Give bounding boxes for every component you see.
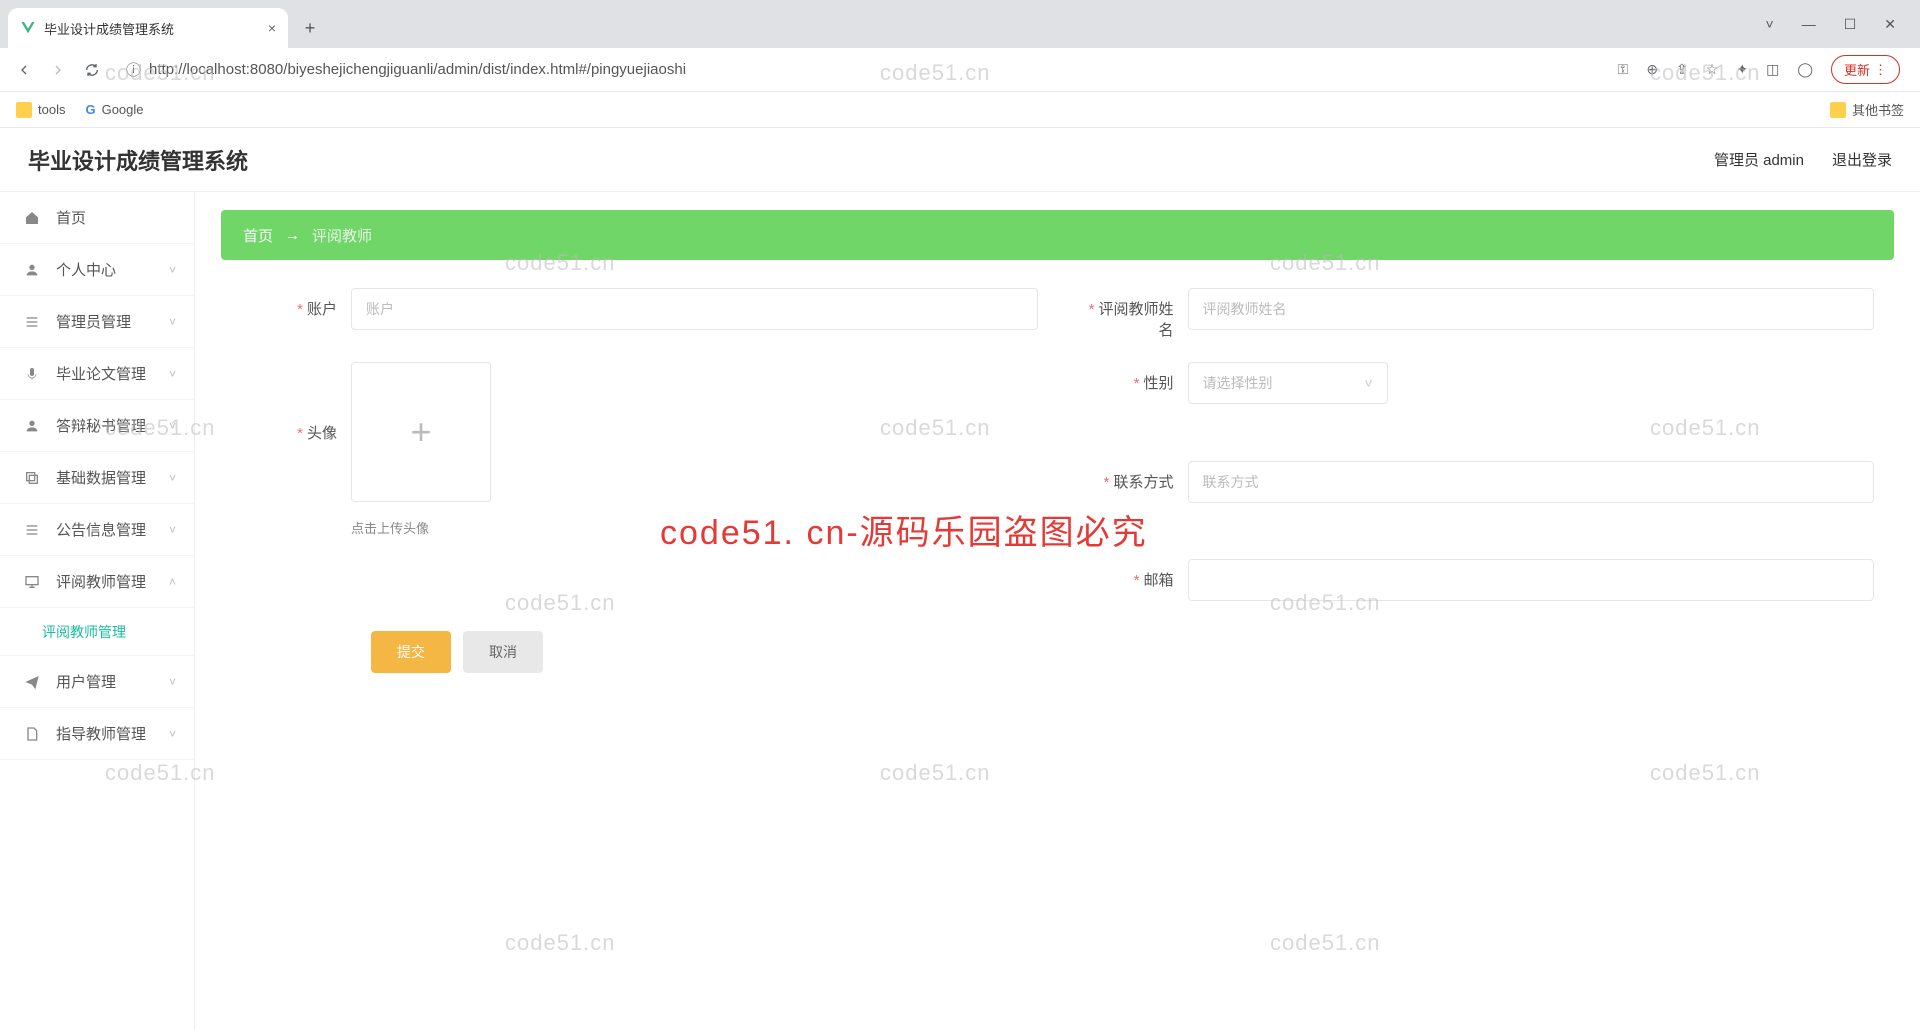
user-icon	[22, 262, 42, 278]
field-contact: *联系方式	[1078, 461, 1875, 538]
sidebar-item-supervisor[interactable]: 指导教师管理˅	[0, 708, 194, 760]
chevron-down-icon: ˅	[169, 471, 176, 485]
plus-icon: +	[410, 411, 431, 453]
chevron-down-icon: ˅	[169, 727, 176, 741]
sidebar-item-notice[interactable]: 公告信息管理˅	[0, 504, 194, 556]
person-icon	[22, 418, 42, 434]
breadcrumb-current: 评阅教师	[312, 225, 372, 246]
sidebar-subitem-reviewer-manage[interactable]: 评阅教师管理	[0, 608, 194, 656]
folder-icon	[16, 102, 32, 118]
gender-select[interactable]: 请选择性别˅	[1188, 362, 1388, 404]
share-icon[interactable]: ⇪	[1676, 61, 1688, 78]
list-icon	[22, 314, 42, 330]
chevron-up-icon: ˄	[169, 575, 176, 589]
extensions-icon[interactable]: ✦	[1736, 61, 1748, 78]
sidebar-item-basedata[interactable]: 基础数据管理˅	[0, 452, 194, 504]
chevron-down-icon: ˅	[169, 315, 176, 329]
google-icon: G	[85, 102, 95, 117]
sidebar-item-home[interactable]: 首页	[0, 192, 194, 244]
sidebar-item-thesis[interactable]: 毕业论文管理˅	[0, 348, 194, 400]
reviewer-form: *账户 *评阅教师姓名 *头像 + 点击上传头像 *性别 请选择性别˅	[221, 260, 1894, 701]
send-icon	[22, 674, 42, 690]
vue-favicon-icon	[20, 20, 36, 36]
breadcrumb: 首页 → 评阅教师	[221, 210, 1894, 260]
tab-close-icon[interactable]: ×	[268, 20, 276, 36]
field-avatar: *头像 + 点击上传头像	[241, 362, 1038, 537]
chevron-down-icon: ˅	[169, 367, 176, 381]
avatar-hint: 点击上传头像	[351, 518, 491, 537]
bookmark-google[interactable]: GGoogle	[85, 102, 143, 117]
monitor-icon	[22, 574, 42, 590]
current-user-label[interactable]: 管理员 admin	[1714, 149, 1804, 170]
teacher-name-input[interactable]	[1188, 288, 1875, 330]
home-icon	[22, 210, 42, 226]
chrome-update-button[interactable]: 更新⋮	[1831, 55, 1900, 84]
key-icon[interactable]: ⚿	[1618, 61, 1629, 78]
submit-button[interactable]: 提交	[371, 631, 451, 673]
chevron-down-icon: ˅	[1364, 375, 1372, 391]
mic-icon	[22, 366, 42, 382]
app-header: 毕业设计成绩管理系统 管理员 admin 退出登录	[0, 128, 1920, 192]
folder-icon	[1830, 102, 1846, 118]
breadcrumb-home[interactable]: 首页	[243, 225, 273, 246]
cancel-button[interactable]: 取消	[463, 631, 543, 673]
sidepanel-icon[interactable]: ◫	[1766, 61, 1779, 78]
bookmarks-bar: tools GGoogle 其他书签	[0, 92, 1920, 128]
back-button[interactable]	[12, 58, 36, 82]
sidebar-item-defense[interactable]: 答辩秘书管理˅	[0, 400, 194, 452]
profile-icon[interactable]: ◯	[1797, 61, 1813, 78]
field-teacher-name: *评阅教师姓名	[1078, 288, 1875, 340]
window-maximize-icon[interactable]: ☐	[1844, 16, 1857, 33]
list-icon	[22, 522, 42, 538]
address-bar: ⓘ http://localhost:8080/biyeshejichengji…	[0, 48, 1920, 92]
chevron-down-icon: ˅	[169, 263, 176, 277]
tab-title: 毕业设计成绩管理系统	[44, 19, 260, 38]
site-info-icon[interactable]: ⓘ	[126, 59, 141, 80]
main-content: 首页 → 评阅教师 *账户 *评阅教师姓名 *头像 + 点击上传头像	[195, 192, 1920, 1030]
app-title: 毕业设计成绩管理系统	[28, 144, 248, 176]
window-controls: ˅ — ☐ ✕	[1742, 0, 1920, 48]
chevron-down-icon: ˅	[169, 675, 176, 689]
new-tab-button[interactable]: +	[294, 12, 326, 44]
contact-input[interactable]	[1188, 461, 1875, 503]
toolbar-icons: ⚿ ⊕ ⇪ ☆ ✦ ◫ ◯ 更新⋮	[1610, 55, 1908, 84]
url-text: http://localhost:8080/biyeshejichengjigu…	[149, 61, 686, 78]
field-email: *邮箱	[1078, 559, 1875, 601]
window-dropdown-icon[interactable]: ˅	[1766, 16, 1774, 32]
field-gender: *性别 请选择性别˅	[1078, 362, 1875, 439]
tab-strip: 毕业设计成绩管理系统 × + ˅ — ☐ ✕	[0, 0, 1920, 48]
browser-tab[interactable]: 毕业设计成绩管理系统 ×	[8, 8, 288, 48]
sidebar-item-reviewer[interactable]: 评阅教师管理˄	[0, 556, 194, 608]
arrow-icon: →	[285, 227, 300, 244]
url-field[interactable]: ⓘ http://localhost:8080/biyeshejichengji…	[114, 54, 1600, 86]
email-input[interactable]	[1188, 559, 1875, 601]
window-minimize-icon[interactable]: —	[1802, 16, 1816, 32]
window-close-icon[interactable]: ✕	[1884, 16, 1896, 33]
sidebar: 首页 个人中心˅ 管理员管理˅ 毕业论文管理˅ 答辩秘书管理˅ 基础数据管理˅ …	[0, 192, 195, 1030]
reload-button[interactable]	[80, 58, 104, 82]
avatar-upload[interactable]: +	[351, 362, 491, 502]
forward-button[interactable]	[46, 58, 70, 82]
form-actions: 提交 取消	[241, 631, 1874, 673]
bookmark-star-icon[interactable]: ☆	[1706, 61, 1719, 78]
file-icon	[22, 726, 42, 742]
bookmark-tools[interactable]: tools	[16, 102, 65, 118]
sidebar-item-admin[interactable]: 管理员管理˅	[0, 296, 194, 348]
chevron-down-icon: ˅	[169, 523, 176, 537]
logout-link[interactable]: 退出登录	[1832, 149, 1892, 170]
account-input[interactable]	[351, 288, 1038, 330]
sidebar-item-profile[interactable]: 个人中心˅	[0, 244, 194, 296]
zoom-icon[interactable]: ⊕	[1646, 61, 1658, 78]
bookmark-other[interactable]: 其他书签	[1830, 100, 1904, 119]
copy-icon	[22, 470, 42, 486]
sidebar-item-user[interactable]: 用户管理˅	[0, 656, 194, 708]
chevron-down-icon: ˅	[169, 419, 176, 433]
field-account: *账户	[241, 288, 1038, 340]
